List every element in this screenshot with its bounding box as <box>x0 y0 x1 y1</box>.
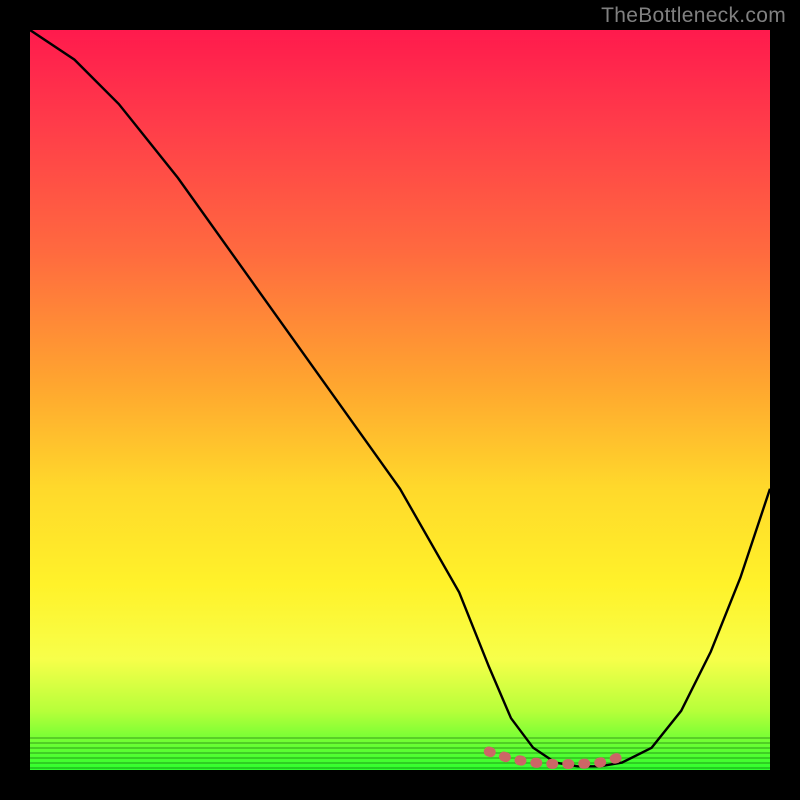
baseline-stripes <box>30 734 770 770</box>
chart-frame: TheBottleneck.com <box>0 0 800 800</box>
watermark-text: TheBottleneck.com <box>601 4 786 28</box>
plot-background <box>30 30 770 770</box>
